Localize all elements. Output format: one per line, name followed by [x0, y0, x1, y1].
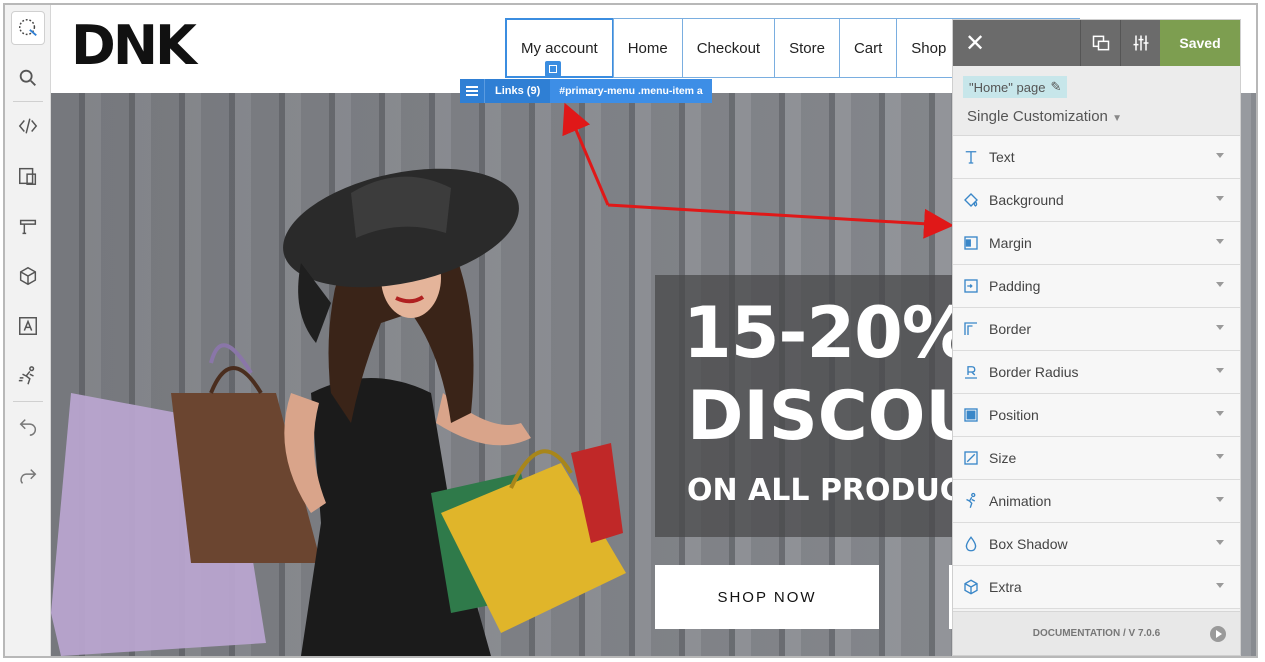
selection-badge[interactable]: Links (9) #primary-menu .menu-item a	[460, 79, 712, 103]
chevron-down-icon	[1216, 454, 1224, 459]
play-icon[interactable]	[1210, 626, 1226, 642]
customization-mode-select[interactable]: Single Customization ▼	[967, 108, 1122, 125]
pencil-icon[interactable]: ✎	[1050, 79, 1061, 95]
left-toolbar	[5, 5, 51, 656]
chevron-down-icon	[1216, 583, 1224, 588]
border-icon	[953, 320, 989, 338]
customization-mode-label: Single Customization	[967, 108, 1108, 125]
page-scope-label: "Home" page	[969, 79, 1046, 95]
search-icon[interactable]	[11, 61, 45, 95]
promo-tagline: ON ALL PRODUCT	[687, 473, 983, 508]
paint-bucket-icon	[953, 191, 989, 209]
property-background[interactable]: Background	[953, 179, 1240, 222]
shop-now-button[interactable]: SHOP NOW	[655, 565, 879, 629]
margin-icon	[953, 234, 989, 252]
property-padding[interactable]: Padding	[953, 265, 1240, 308]
site-logo[interactable]: DNK	[71, 19, 197, 73]
size-icon	[953, 449, 989, 467]
page-scope-chip[interactable]: "Home" page ✎	[963, 76, 1068, 98]
chevron-down-icon	[1216, 196, 1224, 201]
menu-item-home[interactable]: Home	[612, 18, 683, 78]
app-frame: DNK My account Home Checkout Store Cart …	[3, 3, 1258, 658]
property-size[interactable]: Size	[953, 437, 1240, 480]
property-label: Padding	[989, 278, 1041, 294]
settings-sliders-icon[interactable]	[1120, 20, 1160, 66]
property-box-shadow[interactable]: Box Shadow	[953, 523, 1240, 566]
close-icon[interactable]: ✕	[953, 20, 997, 66]
property-label: Border Radius	[989, 364, 1079, 380]
chevron-down-icon	[1216, 540, 1224, 545]
element-selector-icon[interactable]	[11, 11, 45, 45]
property-label: Text	[989, 149, 1015, 165]
chevron-down-icon	[1216, 153, 1224, 158]
cube-icon	[953, 578, 989, 596]
text-icon	[953, 148, 989, 166]
animation-icon	[953, 492, 989, 510]
chevron-down-icon	[1216, 282, 1224, 287]
padding-icon	[953, 277, 989, 295]
selection-links-count[interactable]: Links (9)	[484, 79, 551, 103]
property-list: Text Background Margin Padding Border Bo…	[953, 136, 1240, 609]
chevron-down-icon	[1216, 368, 1224, 373]
animation-icon[interactable]	[11, 359, 45, 393]
undo-icon[interactable]	[11, 409, 45, 443]
dropdown-arrow-icon: ▼	[1112, 113, 1122, 124]
property-label: Box Shadow	[989, 536, 1068, 552]
menu-item-cart[interactable]: Cart	[838, 18, 898, 78]
property-label: Margin	[989, 235, 1032, 251]
cube-icon[interactable]	[11, 259, 45, 293]
property-label: Size	[989, 450, 1017, 466]
property-label: Animation	[989, 493, 1052, 509]
panel-header: "Home" page ✎ Single Customization ▼	[953, 66, 1240, 136]
border-radius-icon	[953, 363, 989, 381]
property-position[interactable]: Position	[953, 394, 1240, 437]
property-label: Border	[989, 321, 1032, 337]
responsive-view-icon[interactable]	[1080, 20, 1120, 66]
property-margin[interactable]: Margin	[953, 222, 1240, 265]
property-label: Position	[989, 407, 1039, 423]
property-border-radius[interactable]: Border Radius	[953, 351, 1240, 394]
chevron-down-icon	[1216, 411, 1224, 416]
chevron-down-icon	[1216, 497, 1224, 502]
property-animation[interactable]: Animation	[953, 480, 1240, 523]
property-extra[interactable]: Extra	[953, 566, 1240, 609]
property-label: Background	[989, 192, 1064, 208]
chevron-down-icon	[1216, 325, 1224, 330]
panel-footer: DOCUMENTATION / V 7.0.6	[953, 611, 1240, 655]
saved-button[interactable]: Saved	[1160, 20, 1240, 66]
responsive-icon[interactable]	[11, 159, 45, 193]
code-icon[interactable]	[11, 109, 45, 143]
drop-icon	[953, 535, 989, 553]
promo-subheadline: DISCOU	[687, 377, 981, 456]
duplicate-icon[interactable]	[545, 61, 561, 77]
menu-item-store[interactable]: Store	[774, 18, 840, 78]
property-border[interactable]: Border	[953, 308, 1240, 351]
customization-panel: ✕ Saved "Home" page ✎ Single Customizati…	[952, 19, 1241, 656]
promo-headline: 15-20%	[683, 292, 972, 374]
documentation-link[interactable]: DOCUMENTATION / V 7.0.6	[1033, 628, 1160, 639]
hero-image	[51, 168, 626, 656]
property-label: Extra	[989, 579, 1022, 595]
redo-icon[interactable]	[11, 459, 45, 493]
font-icon[interactable]	[11, 309, 45, 343]
hamburger-icon[interactable]	[460, 79, 484, 103]
panel-toolbar: ✕ Saved	[953, 20, 1240, 66]
menu-item-checkout[interactable]: Checkout	[681, 18, 776, 78]
ruler-icon[interactable]	[11, 209, 45, 243]
selection-css-path: #primary-menu .menu-item a	[550, 79, 712, 103]
chevron-down-icon	[1216, 239, 1224, 244]
position-icon	[953, 406, 989, 424]
property-text[interactable]: Text	[953, 136, 1240, 179]
